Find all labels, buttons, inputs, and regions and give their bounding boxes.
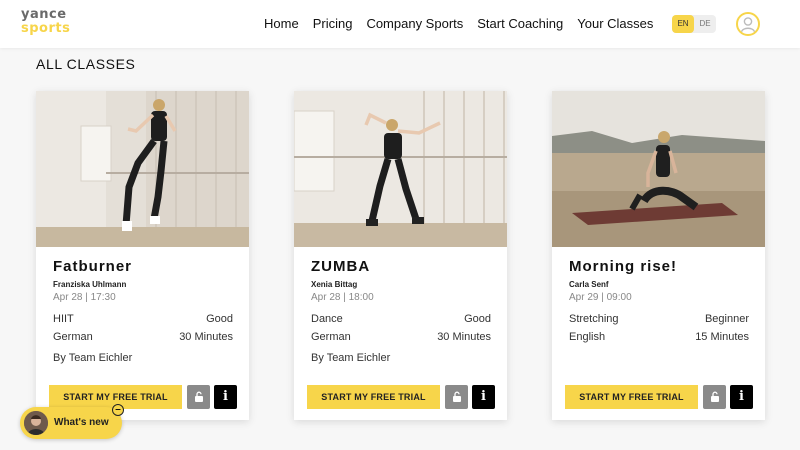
coach-name: Carla Senf <box>569 280 609 289</box>
start-free-trial-button[interactable]: START MY FREE TRIAL <box>565 385 698 409</box>
language-switcher: EN DE <box>672 15 716 33</box>
lock-icon <box>710 391 719 402</box>
minimize-icon[interactable]: – <box>112 404 124 416</box>
class-language: English <box>569 331 606 343</box>
class-card: Fatburner Franziska Uhlmann Apr 28 | 17:… <box>36 91 249 420</box>
class-datetime: Apr 28 | 17:30 <box>53 292 116 303</box>
whats-new-label: What's new <box>54 417 109 428</box>
class-duration: 30 Minutes <box>179 331 233 343</box>
class-duration: 15 Minutes <box>695 331 749 343</box>
class-title: ZUMBA <box>311 258 371 275</box>
lock-button[interactable] <box>703 385 726 409</box>
coach-name: Franziska Uhlmann <box>53 280 127 289</box>
lang-en-button[interactable]: EN <box>672 15 694 33</box>
class-photo[interactable] <box>552 91 765 247</box>
language-duration-row: German 30 Minutes <box>53 331 233 343</box>
class-category: Stretching <box>569 313 619 325</box>
class-card: ZUMBA Xenia Bittag Apr 28 | 18:00 Dance … <box>294 91 507 420</box>
category-level-row: Stretching Beginner <box>569 313 749 325</box>
team-label: By Team Eichler <box>53 352 133 364</box>
profile-button[interactable] <box>736 12 760 36</box>
class-photo[interactable] <box>294 91 507 247</box>
logo-line1: yance <box>21 7 67 22</box>
user-icon <box>740 17 756 33</box>
language-duration-row: German 30 Minutes <box>311 331 491 343</box>
lock-icon <box>194 391 203 402</box>
class-level: Good <box>464 313 491 325</box>
nav-pricing[interactable]: Pricing <box>313 16 353 31</box>
class-language: German <box>53 331 93 343</box>
class-title: Morning rise! <box>569 258 678 275</box>
class-duration: 30 Minutes <box>437 331 491 343</box>
coach-name: Xenia Bittag <box>311 280 358 289</box>
class-photo[interactable] <box>36 91 249 247</box>
lock-button[interactable] <box>187 385 210 409</box>
class-category: HIIT <box>53 313 74 325</box>
category-level-row: Dance Good <box>311 313 491 325</box>
category-level-row: HIIT Good <box>53 313 233 325</box>
class-language: German <box>311 331 351 343</box>
class-card: Morning rise! Carla Senf Apr 29 | 09:00 … <box>552 91 765 420</box>
class-title: Fatburner <box>53 258 133 275</box>
class-level: Beginner <box>704 313 749 325</box>
class-level: Good <box>206 313 233 325</box>
class-datetime: Apr 29 | 09:00 <box>569 292 632 303</box>
presenter-avatar <box>24 411 48 435</box>
lock-icon <box>452 391 461 402</box>
class-category: Dance <box>311 313 343 325</box>
team-label: By Team Eichler <box>311 352 391 364</box>
nav-your-classes[interactable]: Your Classes <box>577 16 653 31</box>
top-navigation-bar: yance sports Home Pricing Company Sports… <box>0 0 800 48</box>
class-datetime: Apr 28 | 18:00 <box>311 292 374 303</box>
whats-new-widget[interactable]: What's new <box>20 407 122 439</box>
nav-home[interactable]: Home <box>264 16 299 31</box>
info-button[interactable]: i <box>214 385 237 409</box>
info-button[interactable]: i <box>730 385 753 409</box>
logo-line2: sports <box>21 21 71 36</box>
section-title: ALL CLASSES <box>36 56 136 72</box>
main-nav: Home Pricing Company Sports Start Coachi… <box>264 16 667 31</box>
language-duration-row: English 15 Minutes <box>569 331 749 343</box>
start-free-trial-button[interactable]: START MY FREE TRIAL <box>307 385 440 409</box>
nav-company-sports[interactable]: Company Sports <box>366 16 463 31</box>
nav-start-coaching[interactable]: Start Coaching <box>477 16 563 31</box>
yance-sports-logo[interactable]: yance sports <box>21 7 71 36</box>
lock-button[interactable] <box>445 385 468 409</box>
info-button[interactable]: i <box>472 385 495 409</box>
lang-de-button[interactable]: DE <box>694 15 716 33</box>
